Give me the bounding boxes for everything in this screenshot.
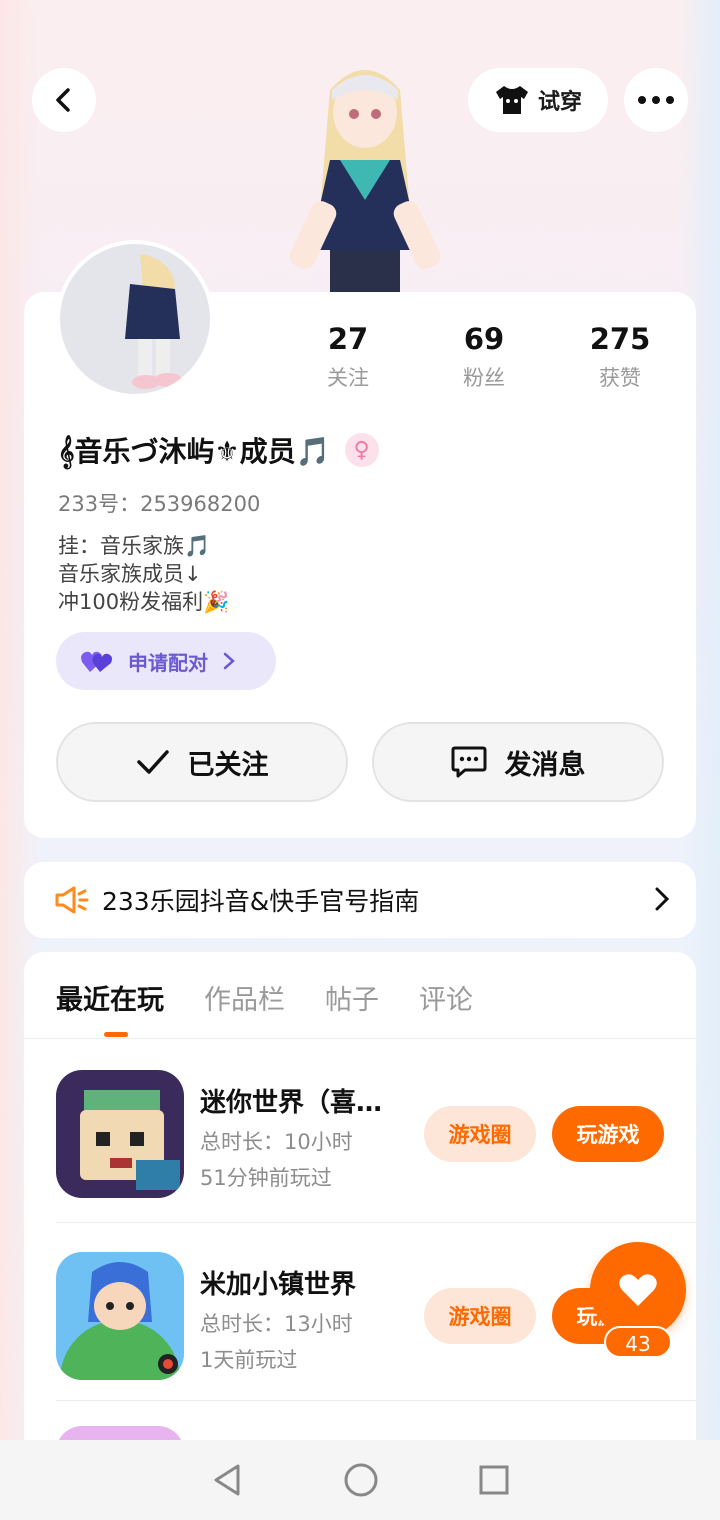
double-heart-icon [81,651,112,672]
try-on-label: 试穿 [537,90,582,115]
divider [56,1400,696,1401]
tab-comments[interactable]: 评论 [419,978,473,1017]
megaphone-icon [55,886,89,914]
like-button[interactable] [590,1242,686,1338]
female-gender-icon: ♀ [344,433,379,467]
tab-posts[interactable]: 帖子 [325,978,379,1017]
tab-bar: 最近在玩 作品栏 帖子 评论 [56,978,473,1017]
stat-fans[interactable]: 69 粉丝 [424,322,544,392]
nav-back-icon[interactable] [210,1462,244,1498]
nickname-text: 𝄞音乐づ沐屿⚜成员🎵 [58,435,331,468]
game-circle-button[interactable]: 游戏圈 [424,1106,536,1162]
game-name: 迷你世界（喜… [200,1088,383,1118]
play-game-button[interactable]: 玩游戏 [552,1106,664,1162]
send-message-label: 发消息 [504,749,586,781]
avatar[interactable] [56,240,214,398]
stat-following-label: 关注 [327,366,369,390]
nav-home-icon[interactable] [343,1462,379,1498]
game-name: 米加小镇世界 [200,1270,357,1300]
system-nav-bar [0,1440,720,1520]
bio-line-1: 挂：音乐家族🎵 [58,534,211,558]
content-card: 最近在玩 作品栏 帖子 评论 迷你世界（喜… 总时长：10小时 51分钟前玩过 … [24,952,696,1520]
active-tab-indicator [104,1032,128,1037]
more-button[interactable] [624,68,688,132]
more-dots-icon [638,96,674,104]
nav-recents-icon[interactable] [478,1464,510,1496]
game-last-played: 1天前玩过 [200,1348,298,1372]
stat-following[interactable]: 27 关注 [288,322,408,392]
chevron-right-icon [655,887,670,911]
check-icon [136,750,169,774]
heart-icon [619,1274,657,1306]
followed-button[interactable]: 已关注 [56,722,348,802]
pair-request-label: 申请配对 [128,650,208,675]
tab-works[interactable]: 作品栏 [204,978,285,1017]
tshirt-icon [495,86,528,114]
stat-fans-label: 粉丝 [463,366,505,390]
user-id: 233号：253968200 [58,492,261,516]
bio: 挂：音乐家族🎵 音乐家族成员↓ 冲100粉发福利🎉 [58,532,229,616]
miga-town-game-icon [56,1252,184,1380]
chevron-left-icon [56,88,70,112]
avatar-figure [125,254,182,389]
stat-likes[interactable]: 275 获赞 [560,322,680,392]
nickname: 𝄞音乐づ沐屿⚜成员🎵 ♀ [58,430,379,470]
followed-label: 已关注 [187,749,269,781]
back-button[interactable] [32,68,96,132]
send-message-button[interactable]: 发消息 [372,722,664,802]
chat-bubble-icon [451,746,486,778]
game-duration: 总时长：10小时 [200,1130,353,1154]
game-duration: 总时长：13小时 [200,1312,353,1336]
stat-likes-value: 275 [589,322,651,356]
bio-line-3: 冲100粉发福利🎉 [58,590,230,614]
notice-text: 233乐园抖音&快手官号指南 [102,887,420,916]
game-circle-button[interactable]: 游戏圈 [424,1288,536,1344]
divider [24,1038,696,1039]
hero-avatar-figure [289,70,441,295]
divider [56,1222,696,1223]
chevron-right-icon [223,652,235,670]
tab-recently-played[interactable]: 最近在玩 [56,978,164,1017]
like-count: 43 [604,1326,672,1358]
pair-request-button[interactable]: 申请配对 [56,632,276,690]
mini-world-game-icon [56,1070,184,1198]
game-row[interactable]: 迷你世界（喜… 总时长：10小时 51分钟前玩过 游戏圈 玩游戏 [56,1070,696,1200]
stat-fans-value: 69 [463,322,505,356]
notice-bar[interactable]: 233乐园抖音&快手官号指南 [24,862,696,938]
stat-likes-label: 获赞 [599,366,641,390]
bio-line-2: 音乐家族成员↓ [58,562,202,586]
game-last-played: 51分钟前玩过 [200,1166,332,1190]
stat-following-value: 27 [327,322,369,356]
try-on-button[interactable]: 试穿 [468,68,608,132]
